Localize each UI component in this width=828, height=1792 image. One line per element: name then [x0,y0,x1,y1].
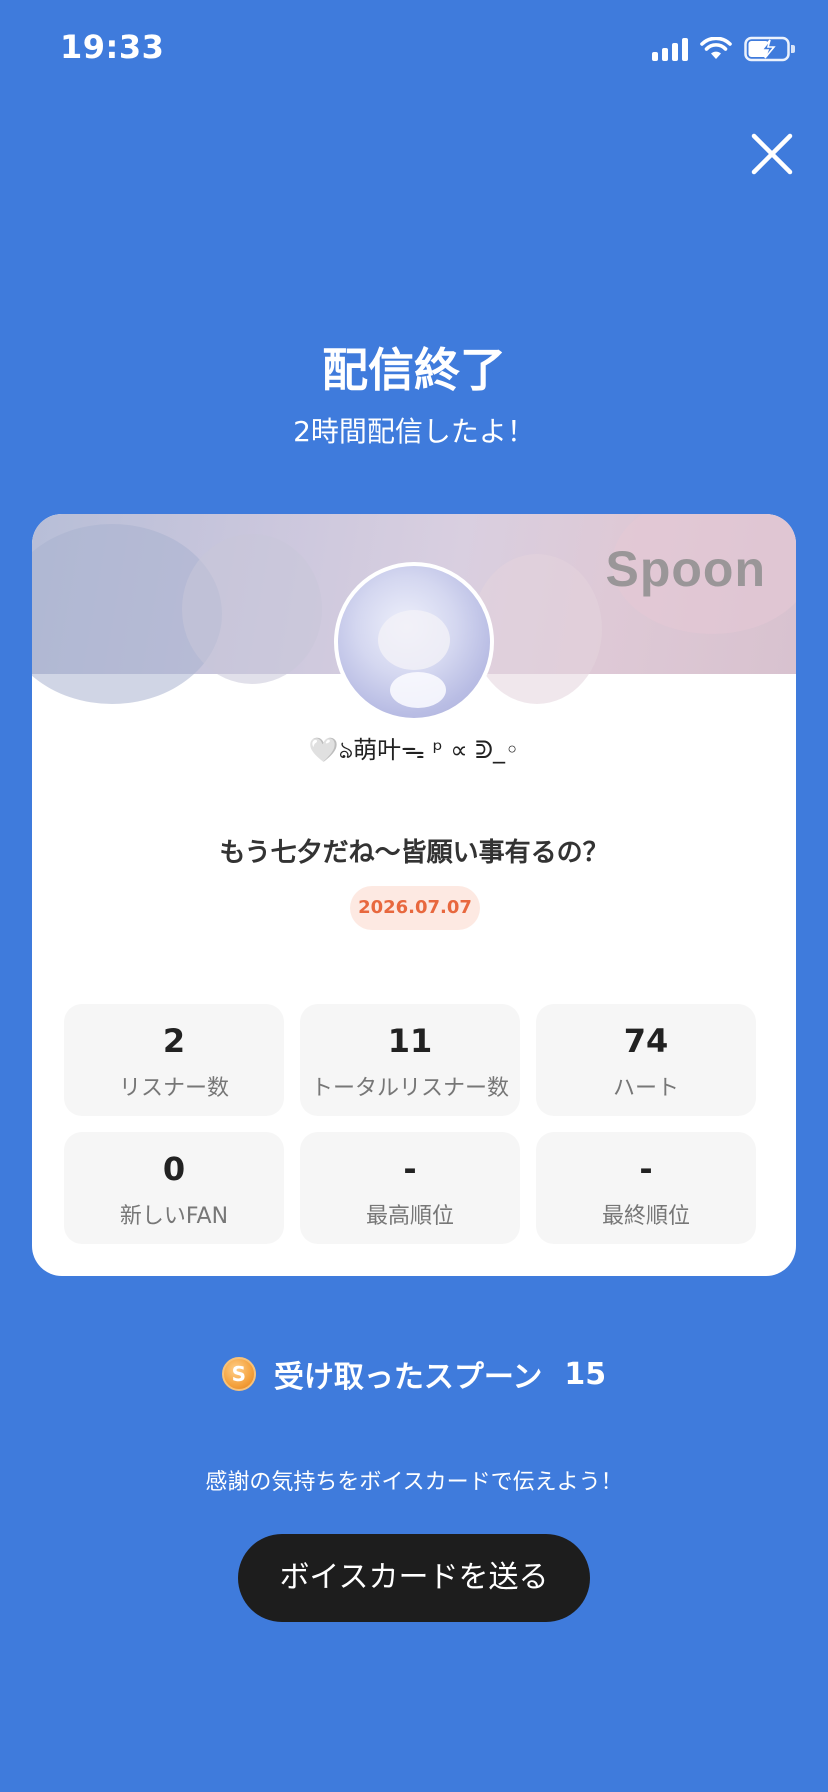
broadcast-summary-card: Spoon 🤍ঌ萌叶ᯓ ᵖ ∝ ᕲ_◦ もう七夕だね〜皆願い事有るの？ 2026… [32,514,796,1276]
stat-label: 最終順位 [601,1204,690,1229]
status-bar: 19:33 [0,0,828,100]
received-spoons-label: 受け取ったスプーン [273,1360,543,1395]
username: 🤍ঌ萌叶ᯓ ᵖ ∝ ᕲ_◦ [308,736,520,764]
room-title: もう七夕だね〜皆願い事有るの？ [219,838,609,868]
date-badge: 2026.07.07 [350,886,480,930]
stat-listeners: 2 リスナー数 [64,1004,284,1116]
avatar[interactable] [334,562,494,722]
received-spoons: S 受け取ったスプーン 15 [0,1352,828,1396]
spoon-watermark-logo: Spoon [605,541,766,597]
stat-new-fans: 0 新しいFAN [64,1132,284,1244]
page-title: 配信終了 [322,343,506,397]
status-icons [652,36,796,62]
stat-value: - [403,1150,417,1188]
stat-final-rank: - 最終順位 [536,1132,756,1244]
cellular-signal-icon [652,37,688,61]
stat-total-listeners: 11 トータルリスナー数 [300,1004,520,1116]
thanks-message: 感謝の気持ちをボイスカードで伝えよう！ [205,1470,623,1495]
close-icon [751,133,793,175]
stat-value: 74 [623,1022,669,1060]
stat-value: 11 [387,1022,433,1060]
stat-value: 0 [162,1150,186,1188]
battery-charging-icon [744,36,795,62]
received-spoons-count: 15 [564,1356,607,1392]
stat-label: リスナー数 [118,1076,229,1101]
close-button[interactable] [748,130,796,178]
stat-highest-rank: - 最高順位 [300,1132,520,1244]
stat-value: - [639,1150,653,1188]
page-subtitle: 2時間配信したよ！ [293,415,535,448]
stat-label: 最高順位 [365,1204,454,1229]
spoon-coin-icon: S [221,1357,256,1391]
send-voice-card-button[interactable]: ボイスカードを送る [238,1534,590,1622]
stat-label: ハート [612,1076,679,1101]
wifi-icon [700,37,732,59]
status-time: 19:33 [60,28,165,66]
stat-hearts: 74 ハート [536,1004,756,1116]
stat-value: 2 [162,1022,186,1060]
stat-label: 新しいFAN [119,1204,229,1229]
stat-label: トータルリスナー数 [310,1076,509,1101]
